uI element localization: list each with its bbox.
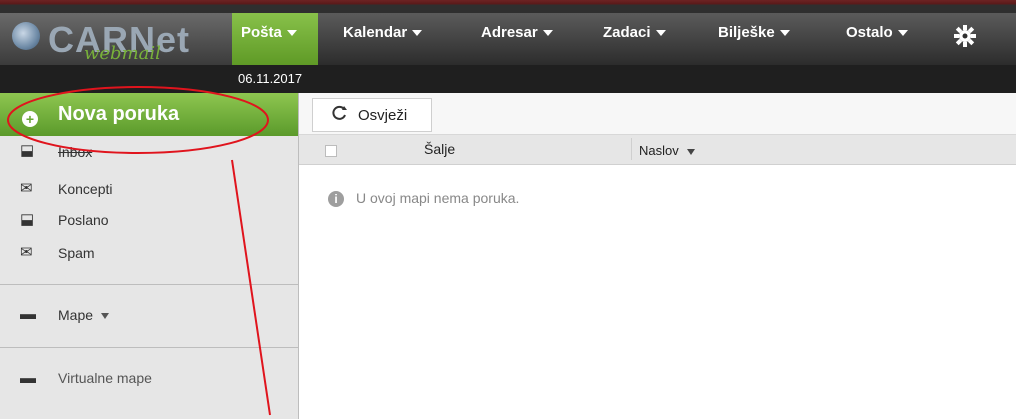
sidebar-item-poslano[interactable]: Poslano xyxy=(58,212,109,228)
sidebar-item-virtual[interactable]: Virtualne mape xyxy=(58,370,152,386)
empty-message: U ovoj mapi nema poruka. xyxy=(356,190,520,206)
column-subject[interactable]: Naslov xyxy=(639,143,695,158)
sidebar-divider xyxy=(0,284,298,285)
chevron-down-icon xyxy=(542,30,553,37)
menu-zadaci[interactable]: Zadaci xyxy=(603,13,666,53)
chevron-down-icon xyxy=(655,30,666,37)
menu-kalendar-label: Kalendar xyxy=(343,24,408,41)
logo-subtext: webmail xyxy=(84,43,161,64)
inbox-icon: ⬓ xyxy=(20,142,35,159)
chevron-down-icon xyxy=(101,313,110,320)
menu-posta-label: Pošta xyxy=(241,24,282,41)
chevron-down-icon xyxy=(286,30,297,37)
menu-zadaci-label: Zadaci xyxy=(603,24,651,41)
chevron-down-icon xyxy=(412,30,423,37)
logo[interactable]: CARNet webmail xyxy=(0,13,232,65)
sidebar-divider xyxy=(0,347,298,348)
logo-globe-icon xyxy=(12,22,40,50)
spam-icon: ✉ xyxy=(20,244,33,261)
menu-biljeske[interactable]: Bilješke xyxy=(718,13,790,53)
date-bar xyxy=(0,65,1016,93)
chevron-down-icon xyxy=(779,30,790,37)
column-subject-label: Naslov xyxy=(639,143,679,158)
sidebar-mape-label: Mape xyxy=(58,307,94,323)
refresh-icon xyxy=(332,105,347,120)
sidebar-item-spam[interactable]: Spam xyxy=(58,245,95,261)
current-date: 06.11.2017 xyxy=(238,71,303,86)
menu-adresar[interactable]: Adresar xyxy=(481,13,553,53)
folder-icon: ▬ xyxy=(20,306,36,323)
plus-icon: + xyxy=(22,111,38,127)
virtual-folder-icon: ▬ xyxy=(20,370,36,387)
info-icon: i xyxy=(328,191,344,207)
menu-posta[interactable]: Pošta xyxy=(241,13,297,53)
menu-ostalo[interactable]: Ostalo xyxy=(846,13,908,53)
menu-ostalo-label: Ostalo xyxy=(846,24,893,41)
sent-icon: ⬓ xyxy=(20,211,35,228)
menu-biljeske-label: Bilješke xyxy=(718,24,775,41)
refresh-label: Osvježi xyxy=(358,107,408,124)
new-message-label: Nova poruka xyxy=(58,103,180,125)
sidebar-item-mape[interactable]: Mape xyxy=(58,307,110,323)
select-all-checkbox[interactable] xyxy=(325,145,337,157)
column-divider xyxy=(631,138,632,160)
gear-icon[interactable] xyxy=(954,25,976,47)
chevron-down-icon xyxy=(897,30,908,37)
column-from[interactable]: Šalje xyxy=(424,141,455,157)
sidebar-item-koncepti[interactable]: Koncepti xyxy=(58,181,112,197)
drafts-icon: ✉ xyxy=(20,180,33,197)
sidebar-item-inbox[interactable]: Inbox xyxy=(58,144,92,160)
menu-adresar-label: Adresar xyxy=(481,24,538,41)
sort-desc-icon xyxy=(686,148,695,155)
menu-kalendar[interactable]: Kalendar xyxy=(343,13,423,53)
